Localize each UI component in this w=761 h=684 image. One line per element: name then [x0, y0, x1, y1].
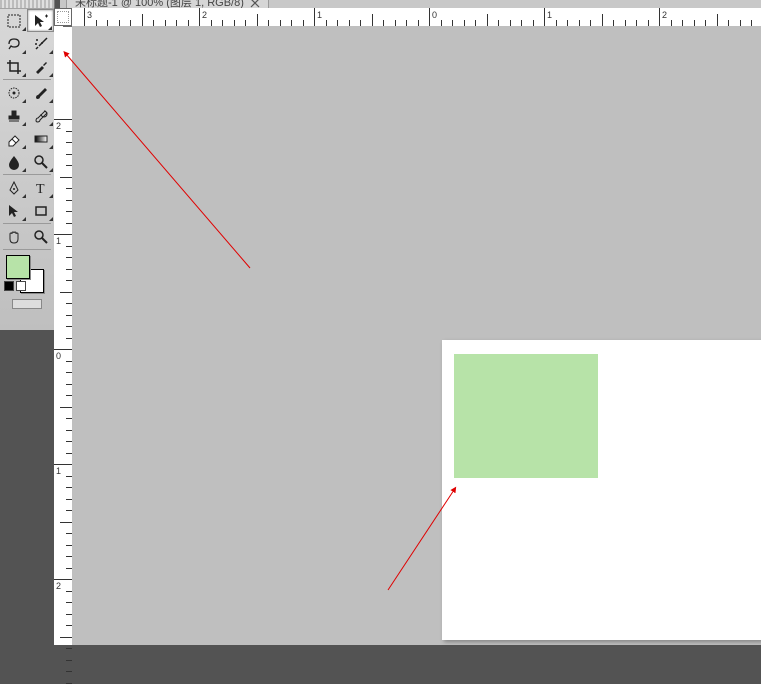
toolbox: T	[0, 0, 55, 331]
magic-wand-tool[interactable]	[27, 32, 54, 55]
dodge-tool[interactable]	[27, 150, 54, 173]
horizontal-ruler[interactable]: 321012	[63, 8, 761, 27]
vertical-ruler[interactable]: 21012	[54, 8, 73, 645]
marquee-tool[interactable]	[0, 9, 27, 32]
default-colors-icon[interactable]	[4, 281, 26, 291]
pen-tool[interactable]	[0, 176, 27, 199]
close-icon[interactable]	[250, 0, 260, 8]
history-brush-tool[interactable]	[27, 104, 54, 127]
svg-text:T: T	[36, 182, 45, 196]
stamp-tool[interactable]	[0, 104, 27, 127]
toolbox-grip[interactable]	[0, 0, 54, 9]
quickmask-toggle[interactable]	[12, 299, 42, 309]
gradient-tool[interactable]	[27, 127, 54, 150]
green-rectangle-layer[interactable]	[454, 354, 598, 478]
panel-area	[0, 330, 54, 645]
eyedropper-tool[interactable]	[27, 55, 54, 78]
brush-tool[interactable]	[27, 81, 54, 104]
ruler-origin[interactable]	[54, 8, 72, 26]
hand-tool[interactable]	[0, 225, 27, 248]
eraser-tool[interactable]	[0, 127, 27, 150]
foreground-color-swatch[interactable]	[6, 255, 30, 279]
path-select-tool[interactable]	[0, 199, 27, 222]
healing-brush-tool[interactable]	[0, 81, 27, 104]
lasso-tool[interactable]	[0, 32, 27, 55]
move-tool[interactable]	[27, 9, 54, 32]
crop-tool[interactable]	[0, 55, 27, 78]
type-tool[interactable]: T	[27, 176, 54, 199]
zoom-tool[interactable]	[27, 225, 54, 248]
canvas-background[interactable]	[72, 26, 761, 645]
blur-tool[interactable]	[0, 150, 27, 173]
shape-tool[interactable]	[27, 199, 54, 222]
color-swatches	[0, 251, 54, 295]
